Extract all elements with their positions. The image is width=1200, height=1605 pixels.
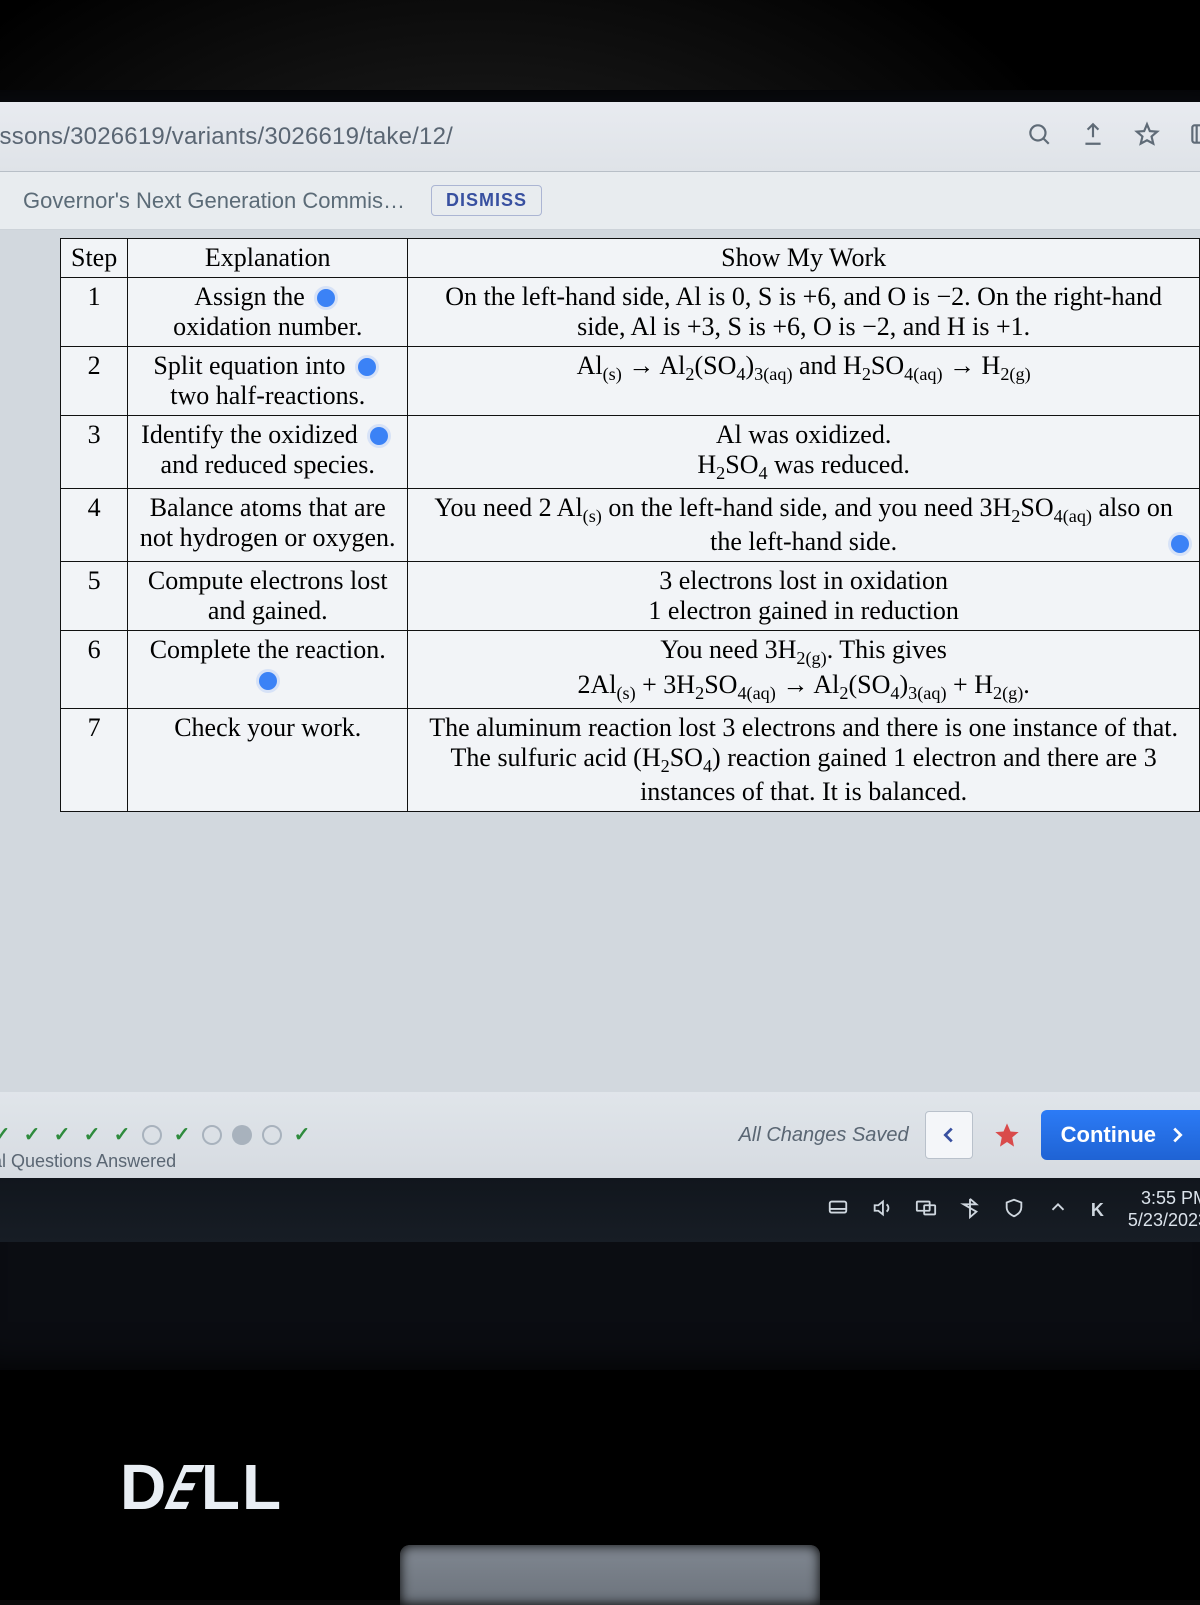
show-work-cell: On the left-hand side, Al is 0, S is +6,…	[408, 278, 1200, 347]
browser-address-bar: essons/3026619/variants/3026619/take/12/	[0, 102, 1200, 172]
show-work-cell: The aluminum reaction lost 3 electrons a…	[408, 708, 1200, 811]
table-row: 4Balance atoms that are not hydrogen or …	[61, 489, 1200, 562]
progress-dot[interactable]	[112, 1125, 132, 1145]
table-row: 5Compute electrons lost and gained.3 ele…	[61, 562, 1200, 631]
continue-label: Continue	[1061, 1122, 1156, 1148]
table-row: 6Complete the reaction. You need 3H2(g).…	[61, 631, 1200, 708]
dismiss-button[interactable]: DISMISS	[431, 185, 542, 216]
tray-chevron-icon[interactable]	[1047, 1197, 1069, 1224]
table-header-row: Step Explanation Show My Work	[61, 239, 1200, 278]
show-work-cell: Al(s) → Al2(SO4)3(aq) and H2SO4(aq) → H2…	[408, 347, 1200, 416]
explanation-cell: Assign the oxidation number.	[128, 278, 408, 347]
continue-button[interactable]: Continue	[1041, 1110, 1200, 1160]
pin-icon[interactable]	[983, 1111, 1031, 1159]
explanation-cell: Compute electrons lost and gained.	[128, 562, 408, 631]
col-work: Show My Work	[408, 239, 1200, 278]
step-number: 3	[61, 416, 128, 489]
step-number: 7	[61, 708, 128, 811]
step-number: 6	[61, 631, 128, 708]
share-icon[interactable]	[1080, 121, 1106, 153]
table-row: 3Identify the oxidized and reduced speci…	[61, 416, 1200, 489]
collections-icon[interactable]	[1188, 121, 1200, 153]
progress-dot[interactable]	[22, 1125, 42, 1145]
table-row: 7Check your work.The aluminum reaction l…	[61, 708, 1200, 811]
progress-dot[interactable]	[142, 1125, 162, 1145]
explanation-cell: Split equation into two half-reactions.	[128, 347, 408, 416]
progress-dot[interactable]	[202, 1125, 222, 1145]
project-icon[interactable]	[915, 1197, 937, 1224]
laptop-trackpad	[400, 1545, 820, 1605]
taskbar-clock[interactable]: 3:55 PM 5/23/2023	[1128, 1188, 1200, 1231]
notification-banner: l: Governor's Next Generation Commis… DI…	[0, 172, 1200, 230]
keyboard-layout-icon[interactable]: K	[1091, 1200, 1104, 1221]
progress-dot[interactable]	[82, 1125, 102, 1145]
hint-dot-icon[interactable]	[370, 427, 388, 445]
quiz-table-wrap: Step Explanation Show My Work 1Assign th…	[0, 230, 1200, 820]
step-number: 1	[61, 278, 128, 347]
table-row: 1Assign the oxidation number.On the left…	[61, 278, 1200, 347]
volume-icon[interactable]	[871, 1197, 893, 1224]
quiz-footer: al Questions Answered All Changes Saved …	[0, 1092, 1200, 1178]
explanation-cell: Check your work.	[128, 708, 408, 811]
progress-dot[interactable]	[292, 1125, 312, 1145]
progress-dot[interactable]	[232, 1125, 252, 1145]
windows-taskbar: K 3:55 PM 5/23/2023	[0, 1178, 1200, 1242]
security-icon[interactable]	[1003, 1197, 1025, 1224]
progress-dots[interactable]	[0, 1125, 312, 1145]
col-expl: Explanation	[128, 239, 408, 278]
hint-dot-icon[interactable]	[1171, 535, 1189, 553]
banner-title: Governor's Next Generation Commis…	[23, 188, 405, 214]
progress-dot[interactable]	[172, 1125, 192, 1145]
step-number: 5	[61, 562, 128, 631]
progress-dot[interactable]	[262, 1125, 282, 1145]
progress-dot[interactable]	[52, 1125, 72, 1145]
progress-dot[interactable]	[0, 1125, 12, 1145]
clock-time: 3:55 PM	[1128, 1188, 1200, 1210]
system-tray[interactable]: K	[827, 1197, 1104, 1224]
clock-date: 5/23/2023	[1128, 1210, 1200, 1232]
url-text: essons/3026619/variants/3026619/take/12/	[0, 123, 1026, 151]
table-row: 2Split equation into two half-reactions.…	[61, 347, 1200, 416]
explanation-cell: Complete the reaction.	[128, 631, 408, 708]
search-icon[interactable]	[1026, 121, 1052, 153]
show-work-cell: You need 2 Al(s) on the left-hand side, …	[408, 489, 1200, 562]
show-work-cell: Al was oxidized.H2SO4 was reduced.	[408, 416, 1200, 489]
laptop-brand: DELL	[120, 1450, 283, 1524]
step-number: 4	[61, 489, 128, 562]
saved-indicator: All Changes Saved	[739, 1124, 909, 1147]
explanation-cell: Balance atoms that are not hydrogen or o…	[128, 489, 408, 562]
prev-question-button[interactable]	[925, 1111, 973, 1159]
hint-dot-icon[interactable]	[259, 672, 277, 690]
quiz-table: Step Explanation Show My Work 1Assign th…	[60, 238, 1200, 812]
questions-answered-label: al Questions Answered	[0, 1151, 176, 1172]
hint-dot-icon[interactable]	[317, 289, 335, 307]
bluetooth-icon[interactable]	[959, 1197, 981, 1224]
show-work-cell: You need 3H2(g). This gives2Al(s) + 3H2S…	[408, 631, 1200, 708]
explanation-cell: Identify the oxidized and reduced specie…	[128, 416, 408, 489]
hint-dot-icon[interactable]	[358, 358, 376, 376]
touchpad-icon[interactable]	[827, 1197, 849, 1224]
star-icon[interactable]	[1134, 121, 1160, 153]
col-step: Step	[61, 239, 128, 278]
step-number: 2	[61, 347, 128, 416]
show-work-cell: 3 electrons lost in oxidation1 electron …	[408, 562, 1200, 631]
